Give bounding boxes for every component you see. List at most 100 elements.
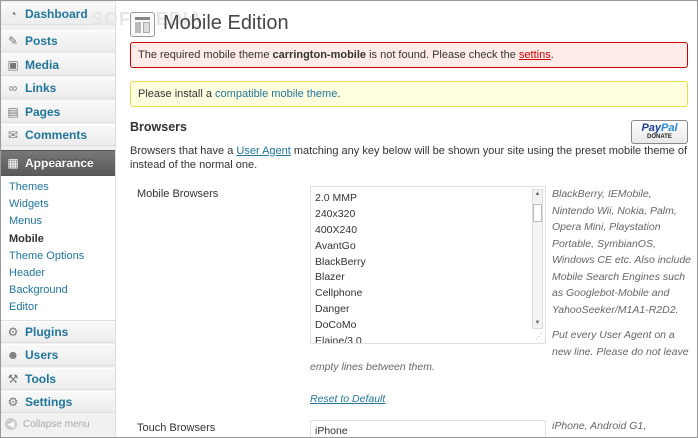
admin-sidebar: ◔ Dashboard ✎ Posts ▣ Media ∞ Links ▤ Pa… (1, 1, 116, 437)
help-line: Opera Mini, Playstation (552, 221, 661, 233)
collapse-menu-button[interactable]: ◀ Collapse menu (5, 418, 90, 430)
menu-label: Comments (25, 128, 88, 142)
menu-plugins[interactable]: ⚙ Plugins (1, 321, 115, 343)
section-title: Browsers (130, 120, 187, 134)
mobile-browsers-textarea[interactable]: 2.0 MMP 240x320 400X240 AvantGo BlackBer… (310, 186, 546, 344)
textarea-line: Danger (315, 303, 350, 315)
menu-media[interactable]: ▣ Media (1, 54, 115, 76)
notice-text: . (337, 88, 341, 100)
textarea-line: BlackBerry (315, 256, 366, 268)
media-icon: ▣ (7, 58, 19, 72)
menu-label: Pages (25, 105, 61, 119)
menu-label: Plugins (25, 325, 69, 339)
textarea-line: Elaine/3.0 (315, 335, 362, 344)
pin-icon: ✎ (7, 34, 19, 48)
touch-browsers-label: Touch Browsers (137, 422, 216, 434)
submenu-theme-options[interactable]: Theme Options (9, 250, 84, 262)
pages-icon: ▤ (7, 105, 19, 119)
error-text: is not found. Please check the (366, 49, 519, 61)
help-line: Nintendo Wii, Nokia, Palm, (552, 204, 677, 217)
submenu-widgets[interactable]: Widgets (9, 198, 49, 210)
browsers-description: Browsers that have a User Agent matching… (130, 144, 690, 172)
app-frame: ◔ Dashboard ✎ Posts ▣ Media ∞ Links ▤ Pa… (0, 0, 698, 438)
user-agent-link[interactable]: User Agent (236, 145, 290, 157)
donate-label: DONATE (647, 134, 672, 140)
submenu-background[interactable]: Background (9, 284, 68, 296)
menu-label: Dashboard (25, 7, 88, 21)
collapse-menu-label: Collapse menu (23, 418, 90, 430)
menu-users[interactable]: ☻ Users (1, 344, 115, 366)
help-line: Put every User Agent on a (552, 329, 675, 341)
mobile-browsers-label: Mobile Browsers (137, 188, 219, 200)
scroll-down-icon[interactable]: ▼ (533, 319, 542, 328)
settings-link[interactable]: settins (519, 49, 551, 61)
textarea-line: 400X240 (315, 224, 358, 236)
compatible-theme-link[interactable]: compatible mobile theme (215, 88, 337, 100)
submenu-header[interactable]: Header (9, 267, 45, 279)
textarea-line: iPhone (315, 425, 348, 437)
menu-settings[interactable]: ⚙ Settings (1, 391, 115, 413)
help-line: empty lines between them. (310, 361, 435, 373)
menu-label: Users (25, 348, 59, 362)
touch-browsers-textarea[interactable]: iPhone (310, 420, 546, 437)
error-text: The required mobile theme (138, 49, 273, 61)
submenu-mobile[interactable]: Mobile (9, 233, 44, 245)
help-line: iPhone, Android G1, (552, 420, 647, 432)
menu-comments[interactable]: ✉ Comments (1, 124, 115, 146)
install-notice: Please install a compatible mobile theme… (130, 81, 688, 107)
textarea-line: AvantGo (315, 240, 356, 252)
menu-label: Posts (25, 34, 58, 48)
help-line: Portable, SymbianOS, (552, 237, 656, 250)
mobile-browsers-help: BlackBerry, IEMobile, Nintendo Wii, Noki… (552, 186, 692, 318)
textarea-scrollbar[interactable]: ▲ ▼ (532, 189, 543, 329)
comments-icon: ✉ (7, 128, 19, 142)
themes-page-icon (130, 12, 155, 37)
textarea-line: DoCoMo (315, 319, 357, 331)
help-line: as Googlebot-Mobile and (552, 287, 670, 299)
help-line: new line. Please do not leave (552, 345, 689, 358)
menu-posts[interactable]: ✎ Posts (1, 30, 115, 52)
menu-label: Media (25, 58, 60, 72)
textarea-line: Cellphone (315, 287, 363, 299)
plugins-icon: ⚙ (7, 325, 19, 339)
paypal-logo: PayPal (641, 122, 678, 134)
menu-label: Settings (25, 395, 73, 409)
menu-appearance[interactable]: ▦ Appearance (1, 150, 115, 176)
help-line: Windows CE etc. Also include (552, 254, 691, 266)
users-icon: ☻ (6, 348, 20, 362)
help-line: YahooSeeker/M1A1-R2D2. (552, 303, 679, 316)
menu-label: Links (25, 81, 57, 95)
menu-links[interactable]: ∞ Links (1, 77, 115, 99)
menu-label: Appearance (25, 156, 94, 170)
help-line: BlackBerry, IEMobile, (552, 188, 652, 200)
scroll-up-icon[interactable]: ▲ (533, 190, 542, 199)
paypal-donate-button[interactable]: PayPal DONATE (631, 120, 688, 144)
menu-label: Tools (25, 372, 57, 386)
menu-pages[interactable]: ▤ Pages (1, 101, 115, 123)
appearance-icon: ▦ (7, 156, 19, 170)
submenu-themes[interactable]: Themes (9, 181, 49, 193)
tools-icon: ⚒ (7, 372, 19, 386)
textarea-line: Blazer (315, 271, 345, 283)
reset-to-default-link[interactable]: Reset to Default (310, 393, 385, 405)
page-title: Mobile Edition (163, 12, 289, 34)
links-icon: ∞ (8, 81, 18, 95)
textarea-line: 240x320 (315, 208, 356, 220)
submenu-menus[interactable]: Menus (9, 215, 42, 227)
description-text: Browsers that have a (130, 145, 237, 157)
submenu-editor[interactable]: Editor (9, 301, 38, 313)
settings-icon: ⚙ (7, 395, 19, 409)
error-text: . (550, 49, 554, 61)
help-line: Mobile Search Engines such (552, 270, 686, 283)
collapse-arrow-icon: ◀ (5, 418, 17, 430)
scroll-thumb[interactable] (533, 204, 542, 222)
mobile-browsers-help-2: Put every User Agent on a new line. Plea… (552, 327, 692, 360)
touch-browsers-help: iPhone, Android G1, (552, 418, 692, 435)
appearance-submenu: Themes Widgets Menus Mobile Theme Option… (1, 176, 115, 321)
resize-grip-icon[interactable]: ⋰ (535, 332, 543, 341)
menu-tools[interactable]: ⚒ Tools (1, 368, 115, 390)
error-notice: The required mobile theme carrington-mob… (130, 42, 688, 68)
error-theme-name: carrington-mobile (272, 49, 367, 61)
textarea-line: 2.0 MMP (315, 192, 358, 204)
notice-text: Please install a (138, 88, 216, 100)
